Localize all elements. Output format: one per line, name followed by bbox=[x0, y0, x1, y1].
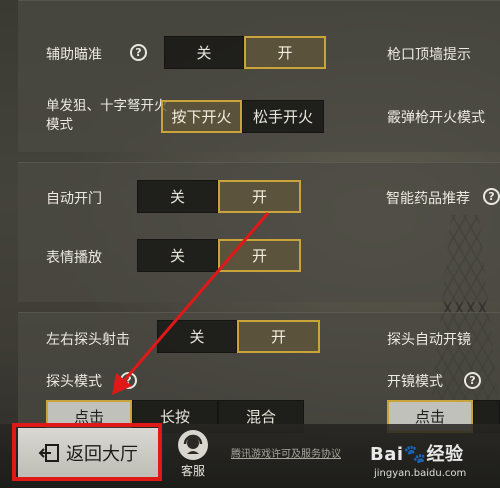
auto-door-toggle: 关 开 bbox=[137, 180, 301, 213]
scope-mode-help-icon[interactable]: ? bbox=[464, 372, 481, 389]
peek-fire-label: 左右探头射击 bbox=[46, 332, 130, 348]
peek-fire-on-option[interactable]: 开 bbox=[237, 320, 320, 353]
smart-meds-label: 智能药品推荐 bbox=[386, 191, 470, 207]
annotation-highlight-box bbox=[12, 423, 162, 481]
aim-assist-on-option[interactable]: 开 bbox=[244, 36, 326, 69]
customer-service-button[interactable]: 客服 bbox=[170, 430, 216, 482]
license-agreement-link[interactable]: 腾讯游戏许可及服务协议 bbox=[231, 445, 341, 460]
aim-assist-off-option[interactable]: 关 bbox=[164, 36, 244, 69]
press-fire-option[interactable]: 按下开火 bbox=[161, 100, 242, 133]
sniper-fire-mode-toggle: 按下开火 松手开火 bbox=[161, 100, 324, 133]
headset-icon bbox=[178, 430, 208, 460]
auto-door-off-option[interactable]: 关 bbox=[137, 180, 218, 213]
peek-mode-help-icon[interactable]: ? bbox=[120, 372, 137, 389]
sniper-fire-mode-label: 单发狙、十字弩开火模式 bbox=[46, 98, 168, 133]
aim-assist-label: 辅助瞄准 bbox=[46, 47, 102, 63]
auto-door-on-option[interactable]: 开 bbox=[218, 180, 301, 213]
shotgun-fire-mode-label: 霰弹枪开火模式 bbox=[387, 110, 485, 126]
customer-service-label: 客服 bbox=[180, 464, 205, 478]
aim-assist-help-icon[interactable]: ? bbox=[130, 44, 147, 61]
scope-mode-label: 开镜模式 bbox=[387, 374, 443, 390]
aim-assist-toggle: 关 开 bbox=[164, 36, 326, 69]
emote-play-on-option[interactable]: 开 bbox=[218, 239, 301, 272]
game-settings-screen: 辅助瞄准 ? 关 开 枪口顶墙提示 单发狙、十字弩开火模式 按下开火 松手开火 … bbox=[0, 0, 500, 488]
peek-auto-scope-label: 探头自动开镜 bbox=[387, 332, 471, 348]
release-fire-option[interactable]: 松手开火 bbox=[242, 100, 324, 133]
watermark-logo: Bai🐾经验 bbox=[370, 444, 464, 465]
peek-fire-off-option[interactable]: 关 bbox=[157, 320, 237, 353]
peek-mode-label: 探头模式 bbox=[46, 374, 102, 390]
emote-play-off-option[interactable]: 关 bbox=[137, 239, 218, 272]
emote-play-label: 表情播放 bbox=[46, 250, 102, 266]
emote-play-toggle: 关 开 bbox=[137, 239, 301, 272]
smart-meds-help-icon[interactable]: ? bbox=[483, 188, 500, 205]
baidu-jingyan-watermark: Bai🐾经验 jingyan.baidu.com bbox=[370, 440, 500, 488]
watermark-url: jingyan.baidu.com bbox=[374, 468, 467, 479]
auto-door-label: 自动开门 bbox=[46, 191, 102, 207]
peek-fire-toggle: 关 开 bbox=[157, 320, 320, 353]
muzzle-tip-label: 枪口顶墙提示 bbox=[387, 47, 471, 63]
